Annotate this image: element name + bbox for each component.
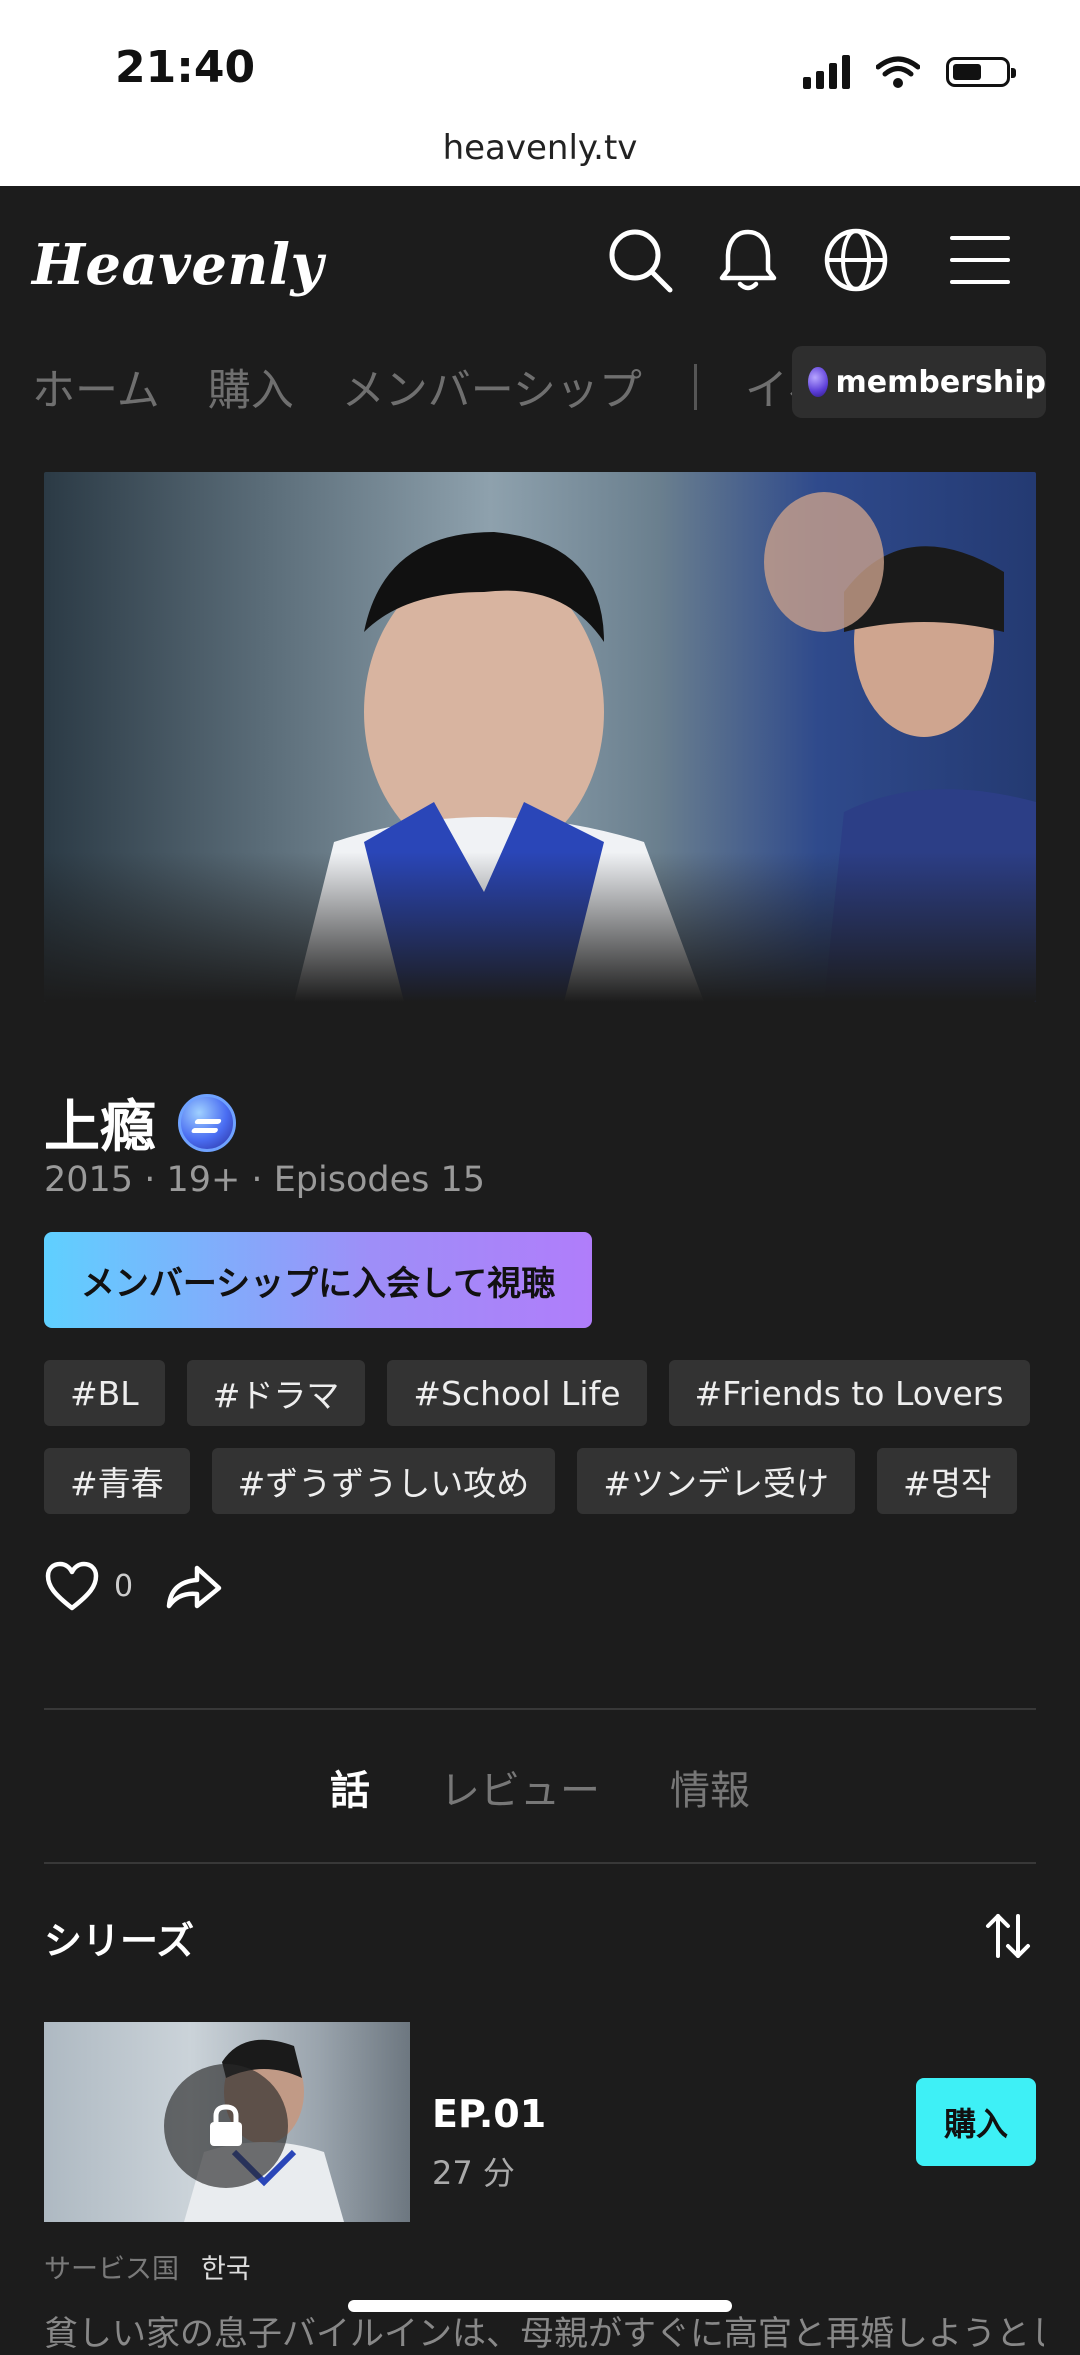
tag-chip[interactable]: #ツンデレ受け — [577, 1448, 855, 1514]
content-tabs: 話 レビュー 情報 — [0, 1758, 1080, 1816]
tag-chip[interactable]: #Friends to Lovers — [668, 1360, 1030, 1426]
divider — [44, 1708, 1036, 1710]
tab-episodes[interactable]: 話 — [330, 1758, 370, 1816]
show-meta: 2015 · 19+ · Episodes 15 — [44, 1160, 486, 1200]
tab-info[interactable]: 情報 — [670, 1758, 750, 1816]
nav-membership[interactable]: メンバーシップ — [342, 356, 642, 418]
bell-icon[interactable] — [712, 224, 784, 296]
status-time: 21:40 — [115, 42, 256, 93]
nav-divider — [693, 364, 697, 410]
tab-reviews[interactable]: レビュー — [440, 1758, 600, 1816]
battery-icon — [946, 57, 1016, 87]
search-icon[interactable] — [604, 224, 676, 296]
status-bar: 21:40 heavenly.tv — [0, 0, 1080, 186]
service-country: サービス国 한국 — [44, 2247, 251, 2286]
heart-icon[interactable] — [44, 1560, 100, 1612]
episode-thumbnail[interactable] — [44, 2022, 410, 2222]
membership-button[interactable]: membership — [792, 346, 1046, 418]
tag-chip[interactable]: #BL — [44, 1360, 165, 1426]
globe-icon[interactable] — [820, 224, 892, 296]
menu-icon[interactable] — [944, 224, 1016, 296]
like-count: 0 — [114, 1568, 134, 1604]
wifi-icon — [876, 56, 920, 88]
sort-icon[interactable] — [980, 1908, 1036, 1964]
heavenly-logo[interactable]: Heavenly — [32, 232, 324, 298]
lock-overlay — [164, 2064, 288, 2188]
lock-icon — [210, 2104, 242, 2146]
action-bar: 0 — [44, 1560, 223, 1612]
membership-label: membership — [835, 364, 1046, 400]
tag-chip[interactable]: #ドラマ — [186, 1360, 366, 1426]
share-icon[interactable] — [163, 1560, 223, 1612]
status-icons — [803, 55, 1016, 89]
nav-home[interactable]: ホーム — [32, 356, 160, 418]
home-indicator[interactable] — [348, 2300, 732, 2312]
signal-icon — [803, 55, 850, 89]
episode-title: EP.01 — [432, 2092, 547, 2136]
divider — [44, 1862, 1036, 1864]
tag-chip[interactable]: #명작 — [876, 1448, 1018, 1514]
tag-chip[interactable]: #ずうずうしい攻め — [211, 1448, 556, 1514]
membership-orb-icon — [808, 367, 828, 397]
series-heading: シリーズ — [44, 1919, 195, 1963]
tag-list: #BL #ドラマ #School Life #Friends to Lovers… — [44, 1360, 1044, 1536]
tag-chip[interactable]: #School Life — [387, 1360, 647, 1426]
membership-badge-icon — [178, 1093, 236, 1152]
episode-description: 貧しい家の息子バイルインは、母親がすぐに高官と再婚しようとしてい — [44, 2314, 1044, 2354]
service-country-label: サービス国 — [44, 2254, 179, 2285]
show-title: 上瘾 — [44, 1095, 156, 1160]
join-membership-button[interactable]: メンバーシップに入会して視聴 — [44, 1232, 592, 1328]
app-header: Heavenly ホーム 購入 メンバーシップ イベント membership — [0, 186, 1080, 451]
show-title-row: 上瘾 — [44, 1082, 236, 1163]
tag-chip[interactable]: #青春 — [44, 1448, 190, 1514]
nav-purchase[interactable]: 購入 — [208, 356, 294, 418]
service-country-value: 한국 — [201, 2254, 251, 2285]
episode-duration: 27 分 — [432, 2154, 515, 2192]
hero-image — [44, 472, 1036, 1002]
buy-episode-button[interactable]: 購入 — [916, 2078, 1036, 2166]
url-bar[interactable]: heavenly.tv — [0, 128, 1080, 168]
